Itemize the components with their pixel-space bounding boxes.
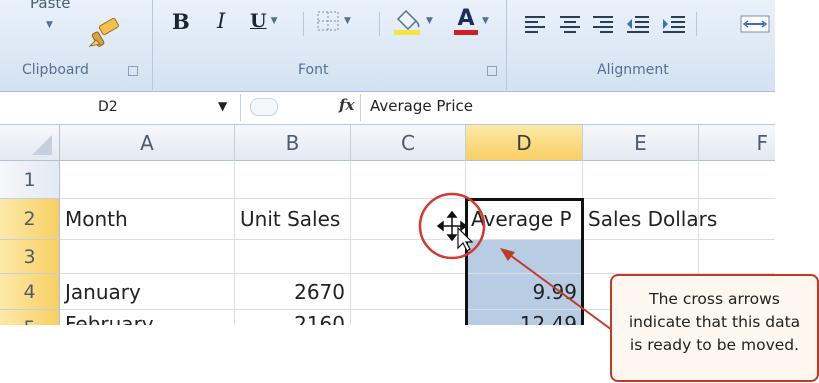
callout-line-2: indicate that this data [628, 313, 801, 331]
callout-line-1: The cross arrows [649, 290, 780, 308]
callout-box: The cross arrows indicate that this data… [610, 274, 819, 382]
callout-arrow [500, 248, 613, 331]
move-cursor-icon [436, 210, 474, 252]
callout-line-3: is ready to be moved. [629, 336, 800, 354]
